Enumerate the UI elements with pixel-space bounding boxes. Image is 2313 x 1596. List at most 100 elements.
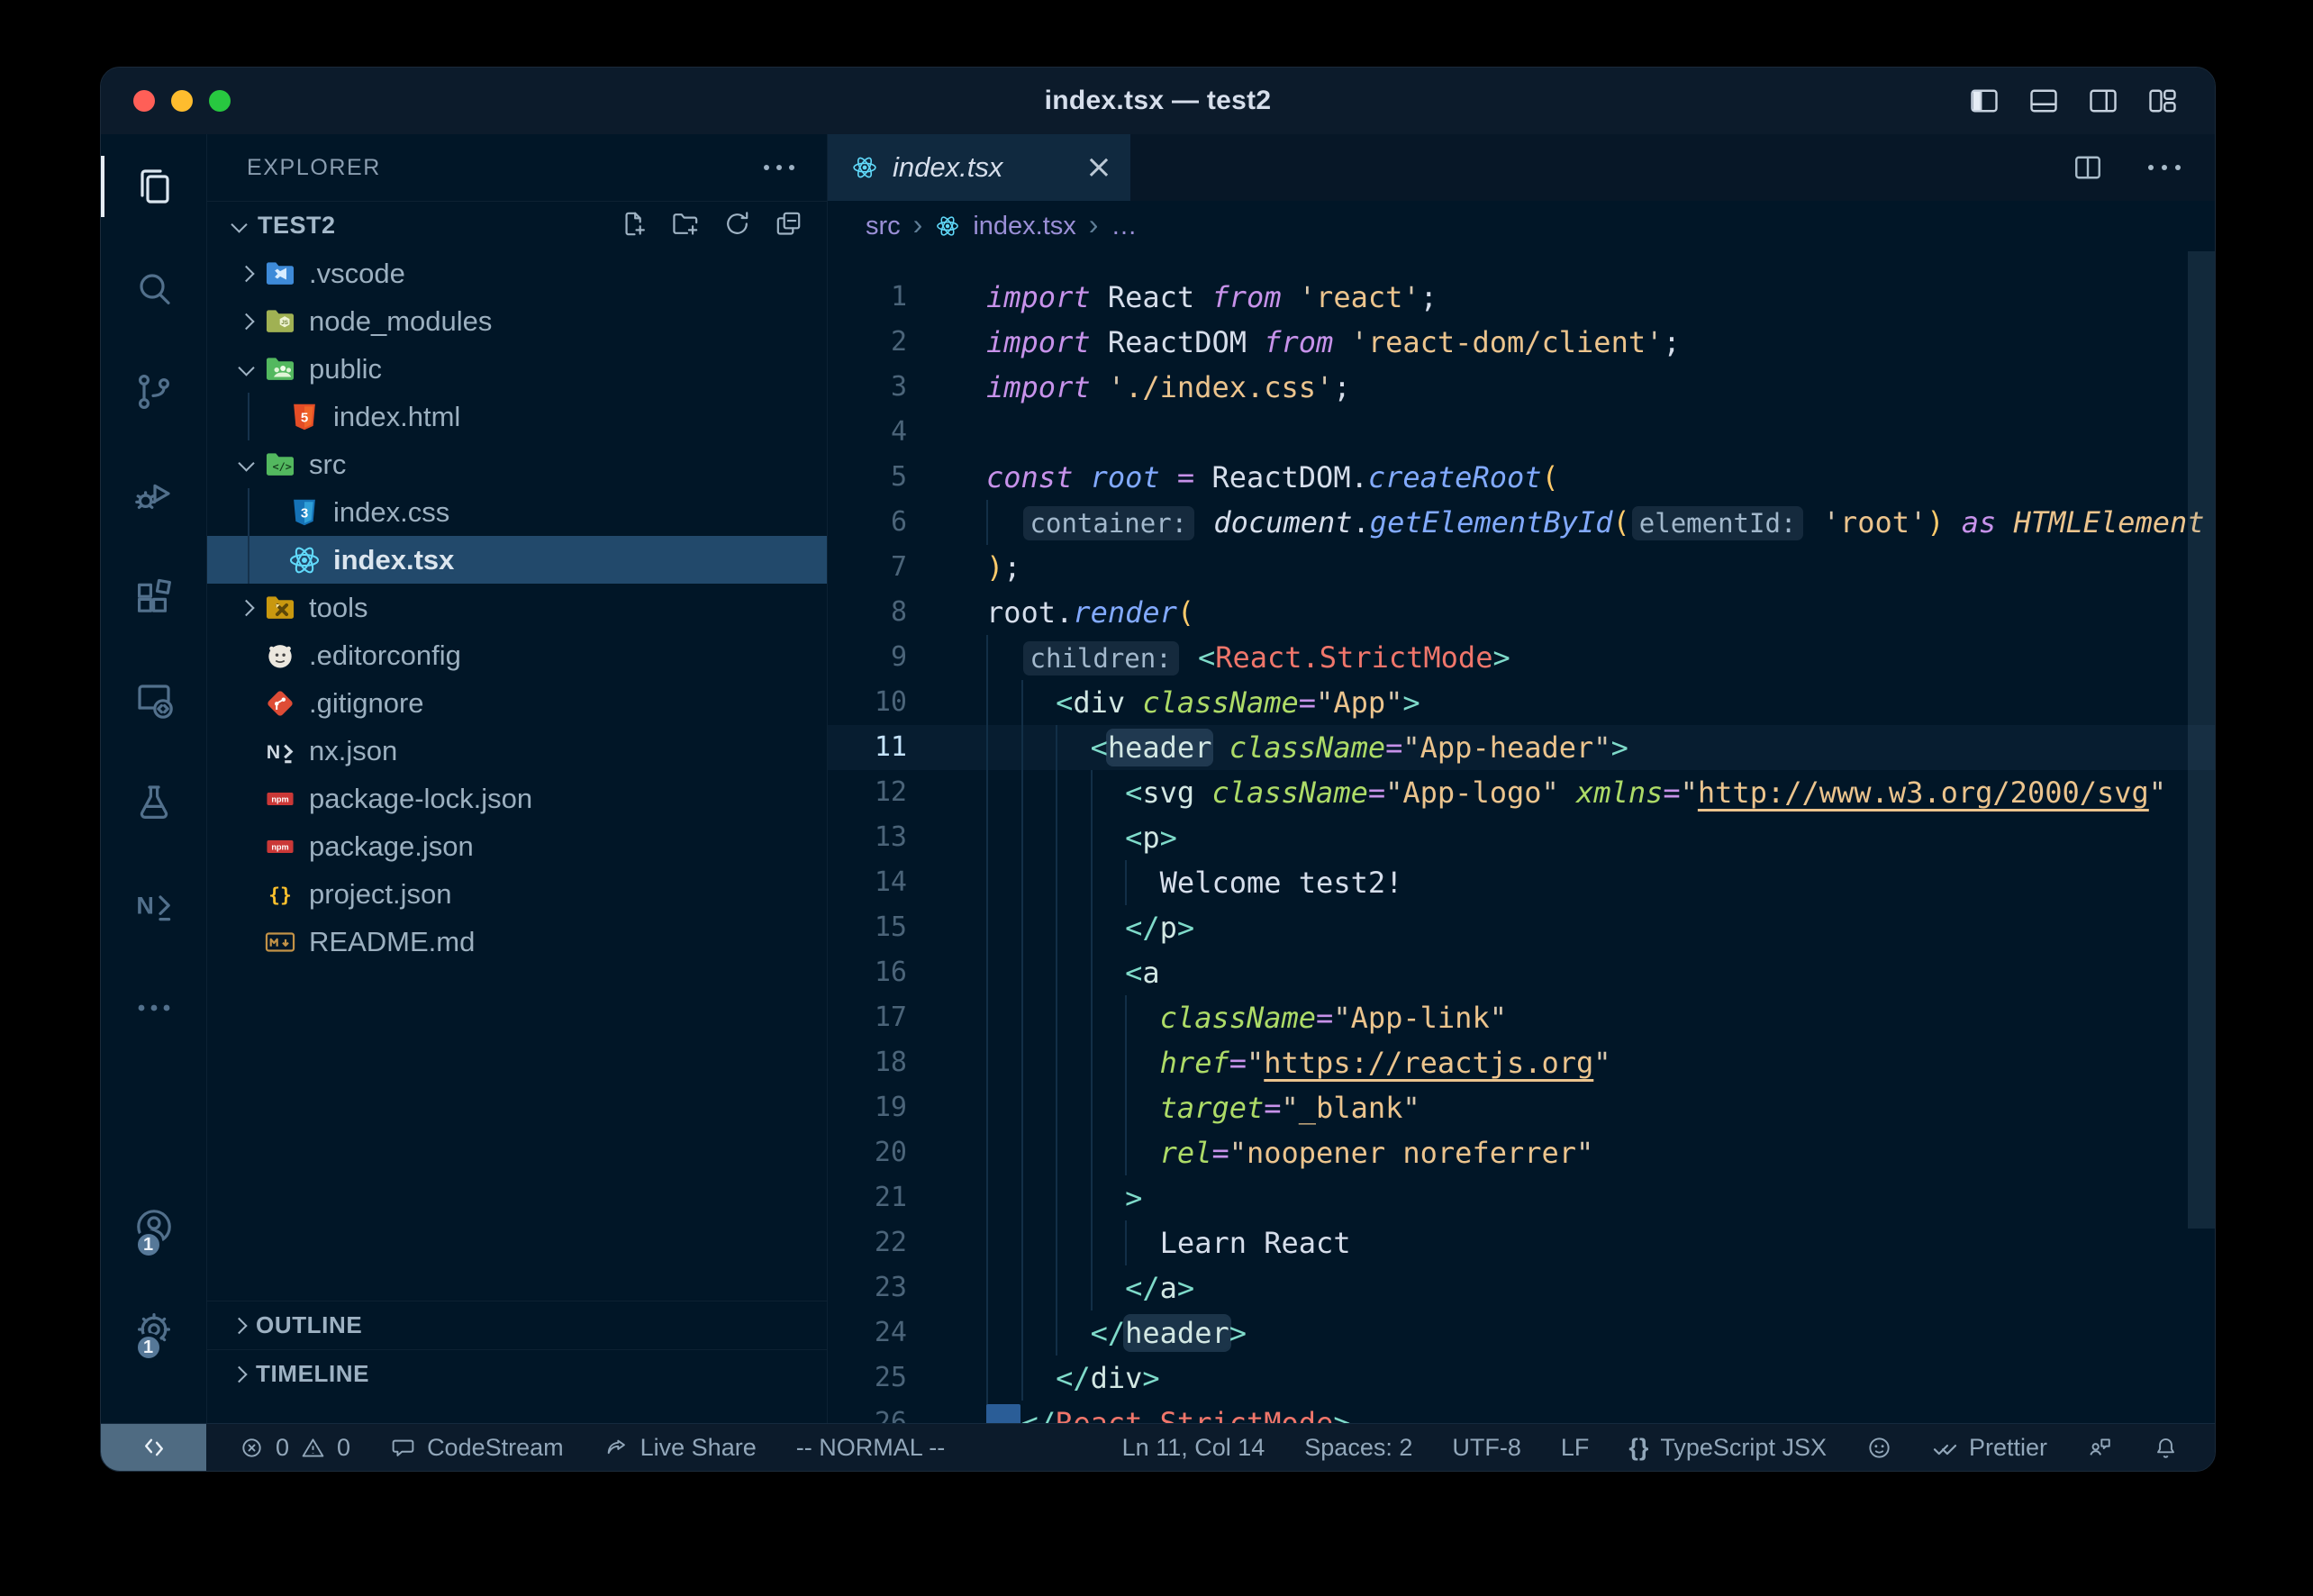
code-line-13: 13 <p> (828, 815, 2215, 860)
tree-item-label: index.html (333, 401, 460, 433)
split-editor-icon[interactable] (2072, 151, 2104, 184)
encoding-setting[interactable]: UTF-8 (1452, 1434, 1521, 1462)
tree-item-nx.json[interactable]: Nnx.json (207, 727, 827, 775)
eol-setting[interactable]: LF (1561, 1434, 1590, 1462)
tree-item-.editorconfig[interactable]: .editorconfig (207, 631, 827, 679)
indent-guide (1125, 995, 1127, 1040)
css-icon: 3 (287, 495, 322, 530)
close-tab-icon[interactable]: × (1085, 151, 1112, 184)
code-line-2: 2import ReactDOM from 'react-dom/client'… (828, 320, 2215, 365)
indent-guide (1091, 860, 1093, 905)
indent-guide (1021, 770, 1023, 815)
tree-item-project.json[interactable]: {}project.json (207, 870, 827, 918)
tree-item-index.css[interactable]: 3index.css (207, 488, 827, 536)
tree-item-index.html[interactable]: 5 index.html (207, 393, 827, 440)
indent-guide (1091, 1085, 1093, 1130)
sidebar-bottom-sections: OUTLINE TIMELINE (207, 1301, 827, 1423)
indent-guide (1021, 950, 1023, 995)
activity-settings[interactable]: 1 (132, 1301, 176, 1358)
notifications-button[interactable] (2153, 1435, 2179, 1461)
indent-guide (1021, 1220, 1023, 1265)
nx-icon: N (263, 734, 297, 768)
indent-guide (1021, 1130, 1023, 1175)
language-mode[interactable]: {} TypeScript JSX (1628, 1434, 1827, 1462)
toggle-panel-icon[interactable] (2027, 85, 2060, 117)
activity-more-views[interactable] (101, 979, 206, 1037)
tree-item-label: README.md (309, 926, 475, 958)
cursor-position[interactable]: Ln 11, Col 14 (1122, 1434, 1265, 1462)
indent-guide (1021, 1265, 1023, 1310)
tab-index-tsx[interactable]: index.tsx × (828, 134, 1130, 201)
close-window-button[interactable] (133, 90, 155, 112)
octoface-icon (1866, 1435, 1892, 1461)
workspace-section-header[interactable]: TEST2 (207, 201, 827, 249)
tree-item-.gitignore[interactable]: .gitignore (207, 679, 827, 727)
activity-testing[interactable] (101, 774, 206, 831)
new-folder-icon[interactable] (671, 209, 701, 243)
more-actions-icon[interactable] (2140, 165, 2181, 170)
activity-source-control[interactable] (101, 363, 206, 421)
folder-vscode-icon (263, 257, 297, 291)
tree-item-package-lock.json[interactable]: npmpackage-lock.json (207, 775, 827, 822)
tree-item-label: .vscode (309, 258, 405, 290)
zoom-window-button[interactable] (209, 90, 231, 112)
code-line-7: 7); (828, 545, 2215, 590)
prettier-status[interactable]: Prettier (1932, 1434, 2047, 1462)
outline-section[interactable]: OUTLINE (207, 1301, 827, 1349)
code-line-6: 6 container: document.getElementById(ele… (828, 500, 2215, 545)
chevron-spacer (257, 488, 287, 536)
tree-item-label: src (309, 449, 346, 481)
vscode-window: index.tsx — test2 N11 EXPLORER TEST2 .vs… (100, 67, 2216, 1472)
timeline-section[interactable]: TIMELINE (207, 1349, 827, 1398)
vim-mode-indicator[interactable]: -- NORMAL -- (796, 1434, 945, 1462)
activity-search[interactable] (101, 260, 206, 318)
gutter-highlight-marker (986, 1404, 1020, 1423)
indentation-setting[interactable]: Spaces: 2 (1304, 1434, 1412, 1462)
tree-item-README.md[interactable]: README.md (207, 918, 827, 966)
indent-guide (1091, 905, 1093, 950)
tree-item-public[interactable]: public (207, 345, 827, 393)
problems-indicator[interactable]: 0 0 (239, 1434, 350, 1462)
editor-scrollbar[interactable] (2188, 251, 2215, 1229)
github-status[interactable] (1866, 1435, 1892, 1461)
activity-run-debug[interactable] (101, 466, 206, 523)
remote-indicator[interactable] (101, 1424, 206, 1471)
html-icon: 5 (287, 400, 322, 434)
svg-text:N: N (267, 740, 280, 762)
indent-guide (1056, 995, 1057, 1040)
breadcrumb-file[interactable]: index.tsx (973, 212, 1075, 241)
code-line-15: 15 </p> (828, 905, 2215, 950)
toggle-sidebar-icon[interactable] (1968, 85, 2000, 117)
activity-extensions[interactable] (101, 568, 206, 626)
tree-item-index.tsx[interactable]: index.tsx (207, 536, 827, 584)
breadcrumb-symbol[interactable]: … (1111, 212, 1137, 241)
activity-accounts[interactable]: 1 (132, 1198, 176, 1256)
indent-guide (1125, 1220, 1127, 1265)
feedback-icon (2087, 1435, 2113, 1461)
activity-nx-console[interactable]: N (101, 876, 206, 934)
indent-guide (986, 815, 988, 860)
tree-item-src[interactable]: </>src (207, 440, 827, 488)
line-number: 4 (828, 410, 939, 455)
react-icon (851, 154, 878, 181)
refresh-explorer-icon[interactable] (722, 209, 752, 243)
tree-item-tools[interactable]: tools (207, 584, 827, 631)
tree-item-.vscode[interactable]: .vscode (207, 249, 827, 297)
explorer-more-icon[interactable] (757, 165, 794, 170)
codestream-status[interactable]: CodeStream (390, 1434, 564, 1462)
breadcrumb-src[interactable]: src (866, 212, 901, 241)
collapse-folders-icon[interactable] (774, 209, 803, 243)
minimize-window-button[interactable] (171, 90, 193, 112)
toggle-secondary-sidebar-icon[interactable] (2087, 85, 2119, 117)
tree-item-package.json[interactable]: npmpackage.json (207, 822, 827, 870)
live-share-status[interactable]: Live Share (603, 1434, 757, 1462)
new-file-icon[interactable] (620, 209, 649, 243)
activity-remote-explorer[interactable] (101, 671, 206, 729)
activity-explorer[interactable] (101, 158, 206, 215)
code-editor[interactable]: 1import React from 'react';2import React… (828, 251, 2215, 1423)
code-line-16: 16 <a (828, 950, 2215, 995)
customize-layout-icon[interactable] (2146, 85, 2179, 117)
tree-item-node-modules[interactable]: JSnode_modules (207, 297, 827, 345)
error-count: 0 (276, 1434, 289, 1462)
feedback-button[interactable] (2087, 1435, 2113, 1461)
